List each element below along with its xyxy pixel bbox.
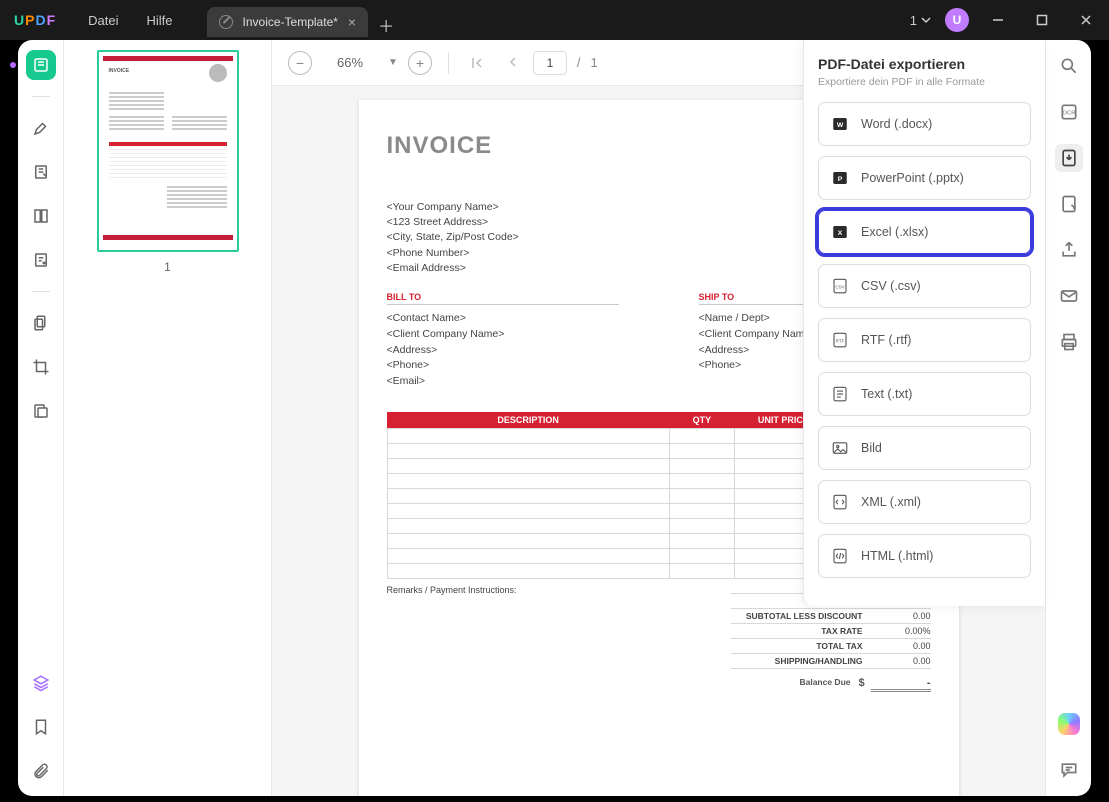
comment-button[interactable]: [1055, 756, 1083, 784]
text-icon: [831, 385, 849, 403]
search-button[interactable]: [1055, 52, 1083, 80]
left-tool-rail: [18, 40, 64, 796]
chevron-down-icon: [921, 15, 931, 25]
redact-tool[interactable]: [26, 396, 56, 426]
print-button[interactable]: [1055, 328, 1083, 356]
rtf-icon: RTF: [831, 331, 849, 349]
xml-icon: [831, 493, 849, 511]
window-count-dropdown[interactable]: 1: [910, 13, 931, 28]
titlebar: UPDF Datei Hilfe Invoice-Template* × ＋ 1…: [0, 0, 1109, 40]
email-button[interactable]: [1055, 282, 1083, 310]
pages-tool[interactable]: [26, 308, 56, 338]
export-powerpoint[interactable]: P PowerPoint (.pptx): [818, 156, 1031, 200]
zoom-dropdown[interactable]: ▼: [388, 57, 398, 68]
save-as-button[interactable]: [1055, 190, 1083, 218]
tab-title: Invoice-Template*: [243, 15, 338, 29]
app-logo: UPDF: [14, 12, 56, 28]
first-page-button[interactable]: [465, 51, 489, 75]
page-thumbnail[interactable]: INVOICE: [97, 50, 239, 252]
svg-text:CSV: CSV: [835, 284, 844, 289]
page-separator: /: [577, 55, 581, 70]
export-title: PDF-Datei exportieren: [818, 56, 1031, 72]
share-button[interactable]: [1055, 236, 1083, 264]
thumbnails-panel: INVOICE 1: [64, 40, 272, 796]
zoom-value[interactable]: 66%: [322, 55, 378, 70]
csv-icon: CSV: [831, 277, 849, 295]
svg-text:P: P: [838, 176, 843, 183]
layers-button[interactable]: [26, 668, 56, 698]
export-word[interactable]: W Word (.docx): [818, 102, 1031, 146]
bill-to-block: BILL TO <Contact Name><Client Company Na…: [387, 292, 619, 390]
edge-indicator-dot: [10, 62, 16, 68]
ai-icon: [1058, 713, 1080, 735]
export-button[interactable]: [1055, 144, 1083, 172]
menu-file[interactable]: Datei: [74, 13, 132, 28]
document-icon: [219, 15, 233, 29]
form-tool[interactable]: [26, 245, 56, 275]
image-icon: [831, 439, 849, 457]
edit-tool[interactable]: [26, 157, 56, 187]
thumbnail-page-number: 1: [78, 260, 257, 274]
export-html[interactable]: HTML (.html): [818, 534, 1031, 578]
powerpoint-icon: P: [831, 169, 849, 187]
page-total: 1: [591, 55, 598, 70]
ai-button[interactable]: [1055, 710, 1083, 738]
export-panel: PDF-Datei exportieren Exportiere dein PD…: [803, 40, 1045, 606]
attachment-button[interactable]: [26, 756, 56, 786]
tab-close-button[interactable]: ×: [348, 14, 356, 30]
window-close-button[interactable]: [1071, 5, 1101, 35]
avatar[interactable]: U: [945, 8, 969, 32]
export-csv[interactable]: CSV CSV (.csv): [818, 264, 1031, 308]
export-text[interactable]: Text (.txt): [818, 372, 1031, 416]
word-icon: W: [831, 115, 849, 133]
svg-text:W: W: [837, 122, 844, 129]
window-minimize-button[interactable]: [983, 5, 1013, 35]
html-icon: [831, 547, 849, 565]
svg-text:RTF: RTF: [836, 338, 845, 343]
zoom-in-button[interactable]: +: [408, 51, 432, 75]
remarks-label: Remarks / Payment Instructions:: [387, 585, 711, 692]
highlight-tool[interactable]: [26, 113, 56, 143]
editor-area: − 66% ▼ + / 1 INVOICE <Your Company Name…: [272, 40, 1045, 796]
reader-tool[interactable]: [26, 50, 56, 80]
zoom-out-button[interactable]: −: [288, 51, 312, 75]
window-maximize-button[interactable]: [1027, 5, 1057, 35]
export-excel[interactable]: X Excel (.xlsx): [818, 210, 1031, 254]
bookmark-button[interactable]: [26, 712, 56, 742]
export-xml[interactable]: XML (.xml): [818, 480, 1031, 524]
tab-document[interactable]: Invoice-Template* ×: [207, 7, 369, 37]
excel-icon: X: [831, 223, 849, 241]
tab-bar: Invoice-Template* × ＋: [207, 3, 395, 37]
svg-text:OCR: OCR: [1062, 111, 1075, 117]
crop-tool[interactable]: [26, 352, 56, 382]
svg-text:X: X: [838, 230, 843, 237]
menu-help[interactable]: Hilfe: [133, 13, 187, 28]
export-image[interactable]: Bild: [818, 426, 1031, 470]
organize-tool[interactable]: [26, 201, 56, 231]
page-input[interactable]: [533, 51, 567, 75]
tab-add-button[interactable]: ＋: [378, 13, 394, 37]
export-subtitle: Exportiere dein PDF in alle Formate: [818, 76, 1031, 88]
export-rtf[interactable]: RTF RTF (.rtf): [818, 318, 1031, 362]
ocr-button[interactable]: OCR: [1055, 98, 1083, 126]
prev-page-button[interactable]: [499, 51, 523, 75]
right-tool-rail: OCR: [1045, 40, 1091, 796]
workspace: INVOICE 1 − 66% ▼ + /: [18, 40, 1091, 796]
